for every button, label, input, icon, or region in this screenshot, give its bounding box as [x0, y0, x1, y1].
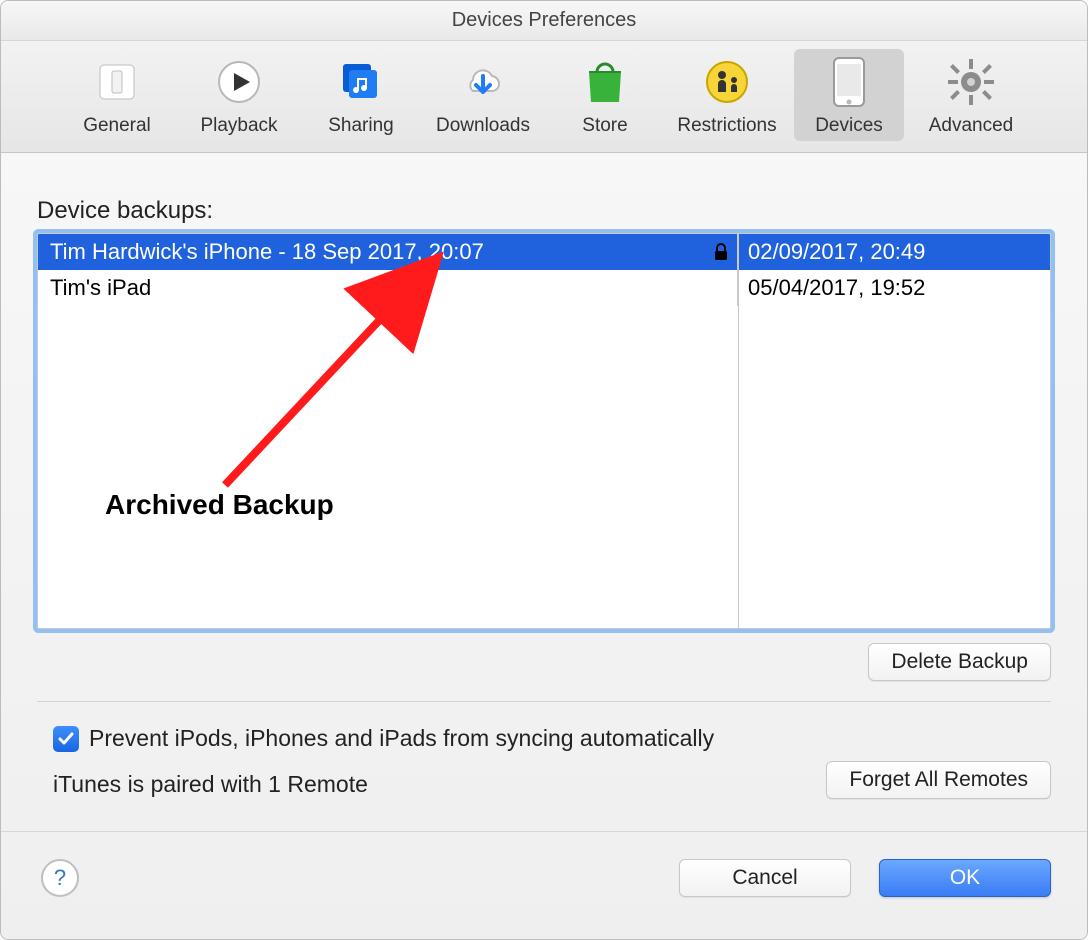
device-backups-list[interactable]: Tim Hardwick's iPhone - 18 Sep 2017, 20:…: [37, 233, 1051, 629]
paired-remotes-text: iTunes is paired with 1 Remote: [53, 771, 368, 798]
music-files-icon: [334, 55, 388, 109]
window-title: Devices Preferences: [1, 1, 1087, 41]
window-title-text: Devices Preferences: [452, 9, 637, 32]
tab-restrictions[interactable]: Restrictions: [672, 49, 782, 141]
backup-row[interactable]: Tim's iPad 05/04/2017, 19:52: [38, 270, 1050, 306]
delete-backup-button[interactable]: Delete Backup: [868, 643, 1051, 681]
switch-icon: [90, 55, 144, 109]
iphone-icon: [822, 55, 876, 109]
tab-devices[interactable]: Devices: [794, 49, 904, 141]
backup-name: Tim's iPad: [50, 275, 151, 301]
tab-downloads[interactable]: Downloads: [428, 49, 538, 141]
ok-button[interactable]: OK: [879, 859, 1051, 897]
column-divider: [738, 234, 739, 628]
device-backups-label: Device backups:: [37, 197, 213, 225]
content-area: Device backups: Tim Hardwick's iPhone - …: [1, 153, 1087, 939]
backup-date: 05/04/2017, 19:52: [738, 275, 1050, 301]
tab-advanced[interactable]: Advanced: [916, 49, 1026, 141]
tab-label: General: [83, 115, 151, 137]
forget-all-remotes-button[interactable]: Forget All Remotes: [826, 761, 1051, 799]
tab-label: Downloads: [436, 115, 530, 137]
tab-general[interactable]: General: [62, 49, 172, 141]
tab-label: Playback: [200, 115, 277, 137]
gear-icon: [944, 55, 998, 109]
tab-label: Advanced: [929, 115, 1014, 137]
tab-label: Sharing: [328, 115, 394, 137]
lock-icon: [713, 243, 729, 261]
section-divider: [37, 701, 1051, 702]
tab-label: Store: [582, 115, 627, 137]
tab-label: Restrictions: [677, 115, 776, 137]
tab-playback[interactable]: Playback: [184, 49, 294, 141]
shopping-bag-icon: [578, 55, 632, 109]
checkbox-checked-icon[interactable]: [53, 726, 79, 752]
help-icon: ?: [54, 865, 66, 891]
help-button[interactable]: ?: [41, 859, 79, 897]
play-icon: [212, 55, 266, 109]
preferences-toolbar: General Playback Sharing: [1, 41, 1087, 153]
footer-divider: [1, 831, 1087, 832]
cancel-button[interactable]: Cancel: [679, 859, 851, 897]
tab-store[interactable]: Store: [550, 49, 660, 141]
backup-date: 02/09/2017, 20:49: [738, 239, 1050, 265]
cloud-download-icon: [456, 55, 510, 109]
prevent-sync-label: Prevent iPods, iPhones and iPads from sy…: [89, 725, 714, 752]
parental-icon: [700, 55, 754, 109]
preferences-window: Devices Preferences General Playback: [0, 0, 1088, 940]
prevent-sync-option[interactable]: Prevent iPods, iPhones and iPads from sy…: [53, 725, 714, 752]
backup-row[interactable]: Tim Hardwick's iPhone - 18 Sep 2017, 20:…: [38, 234, 1050, 270]
tab-label: Devices: [815, 115, 883, 137]
tab-sharing[interactable]: Sharing: [306, 49, 416, 141]
backup-name: Tim Hardwick's iPhone - 18 Sep 2017, 20:…: [50, 239, 484, 265]
